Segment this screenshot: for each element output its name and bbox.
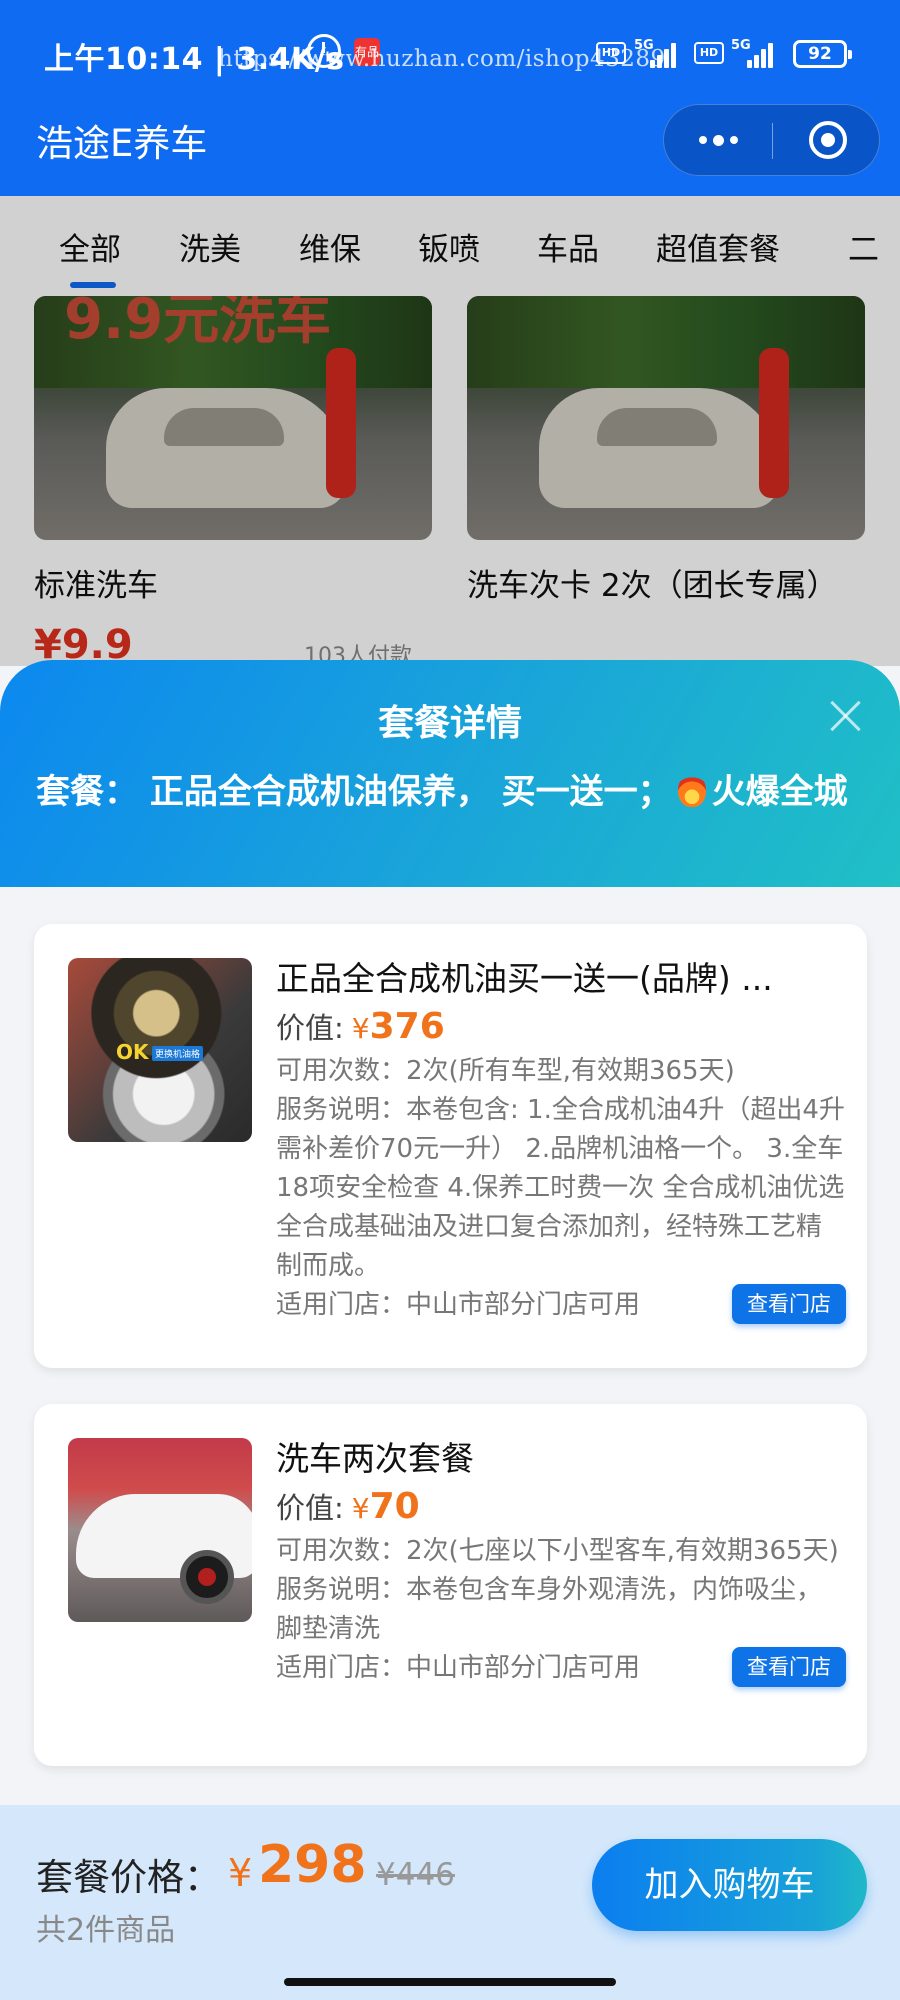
category-tabs: 全部 洗美 维保 钣喷 车品 超值套餐 二	[0, 196, 900, 296]
item-service: 服务说明：本卷包含车身外观清洗，内饰吸尘，脚垫清洗	[276, 1575, 823, 1644]
item-store: 适用门店：中山市部分门店可用 查看门店	[276, 1647, 846, 1688]
package-price: 298	[258, 1835, 367, 1895]
package-price-currency: ¥	[228, 1851, 253, 1895]
value-currency: ¥	[351, 1492, 370, 1525]
product-name: 标准洗车	[34, 568, 158, 604]
sheet-title: 套餐详情	[377, 703, 522, 744]
view-store-button[interactable]: 查看门店	[732, 1647, 846, 1687]
tab-maintenance[interactable]: 维保	[299, 224, 361, 269]
item-body: 正品全合成机油买一送一(品牌) ... 价值: ¥376 可用次数：2次(所有车型…	[276, 956, 846, 1325]
close-miniprogram-icon[interactable]	[809, 121, 847, 159]
store-text: 适用门店：中山市部分门店可用	[276, 1290, 641, 1320]
product-name: 洗车次卡 2次（团长专属）	[467, 568, 838, 604]
value-amount: 70	[369, 1486, 420, 1527]
product-card[interactable]: 洗车次卡 2次（团长专属）	[467, 296, 865, 604]
signal-icon-2	[747, 38, 787, 68]
value-amount: 376	[369, 1006, 445, 1047]
item-count: 共2件商品	[36, 1913, 176, 1948]
package-desc-suffix: 火爆全城	[711, 772, 848, 812]
package-detail-sheet: 套餐详情 套餐： 正品全合成机油保养， 买一送一； 火爆全城 OK 更换机油格 正…	[0, 660, 900, 2000]
tab-value-packages[interactable]: 超值套餐	[656, 224, 780, 269]
product-image: 9.9元洗车	[34, 296, 432, 540]
battery-icon: 92	[793, 40, 852, 68]
capsule-divider	[772, 123, 773, 159]
item-name: 正品全合成机油买一送一(品牌) ...	[276, 959, 773, 998]
tab-paint[interactable]: 钣喷	[418, 224, 480, 269]
thumbnail-tag: 更换机油格	[152, 1046, 204, 1061]
add-to-cart-button[interactable]: 加入购物车	[592, 1839, 867, 1931]
package-item-card: OK 更换机油格 正品全合成机油买一送一(品牌) ... 价值: ¥376 可用次…	[34, 924, 867, 1368]
item-value: 价值: ¥376	[276, 1004, 846, 1052]
value-currency: ¥	[351, 1012, 370, 1045]
miniprogram-capsule	[663, 104, 880, 176]
tab-products[interactable]: 车品	[537, 224, 599, 269]
view-store-button[interactable]: 查看门店	[732, 1284, 846, 1324]
close-icon[interactable]	[826, 696, 866, 736]
item-name: 洗车两次套餐	[276, 1439, 474, 1478]
tab-more[interactable]: 二	[848, 224, 879, 269]
more-icon[interactable]	[664, 105, 772, 175]
package-description: 套餐： 正品全合成机油保养， 买一送一； 火爆全城	[36, 768, 866, 816]
ok-icon: OK	[116, 1040, 149, 1064]
value-label: 价值:	[276, 1011, 344, 1045]
home-indicator[interactable]	[284, 1978, 616, 1986]
tab-indicator	[70, 282, 116, 288]
tab-wash[interactable]: 洗美	[179, 224, 241, 269]
product-card[interactable]: 9.9元洗车 标准洗车 ¥9.9 103人付款	[34, 296, 432, 666]
value-label: 价值:	[276, 1491, 344, 1525]
package-price-label: 套餐价格：	[36, 1856, 221, 1899]
sheet-header: 套餐详情 套餐： 正品全合成机油保养， 买一送一； 火爆全城	[0, 660, 900, 887]
product-image	[467, 296, 865, 540]
original-price: ¥446	[376, 1857, 455, 1893]
item-store: 适用门店：中山市部分门店可用 查看门店	[276, 1284, 846, 1325]
fire-icon	[677, 773, 706, 807]
background-content: 全部 洗美 维保 钣喷 车品 超值套餐 二 9.9元洗车 标准洗车 ¥9.9 1…	[0, 196, 900, 666]
item-uses: 可用次数：2次(七座以下小型客车,有效期365天)	[276, 1536, 839, 1566]
item-thumbnail: OK 更换机油格	[68, 958, 252, 1142]
tab-all[interactable]: 全部	[59, 224, 121, 269]
watermark: https://www.huzhan.com/ishop43289	[218, 46, 666, 72]
item-thumbnail	[68, 1438, 252, 1622]
item-value: 价值: ¥70	[276, 1484, 846, 1532]
package-item-card: 洗车两次套餐 价值: ¥70 可用次数：2次(七座以下小型客车,有效期365天) …	[34, 1404, 867, 1766]
item-service: 服务说明：本卷包含: 1.全合成机油4升（超出4升需补差价70元一升） 2.品牌…	[276, 1095, 845, 1281]
top-bar: 上午10:14 | 3.4K/s 有品 HD 5G HD 5G 92 https…	[0, 0, 900, 196]
package-desc-prefix: 套餐： 正品全合成机油保养， 买一送一；	[36, 772, 672, 812]
store-text: 适用门店：中山市部分门店可用	[276, 1653, 641, 1683]
promo-text: 9.9元洗车	[64, 296, 332, 352]
hd-icon-2: HD	[694, 42, 724, 64]
item-uses: 可用次数：2次(所有车型,有效期365天)	[276, 1056, 735, 1086]
page-title: 浩途E养车	[36, 122, 208, 165]
item-body: 洗车两次套餐 价值: ¥70 可用次数：2次(七座以下小型客车,有效期365天) …	[276, 1436, 846, 1688]
checkout-bar: 套餐价格： ¥ 298 ¥446 共2件商品 加入购物车	[0, 1805, 900, 2000]
